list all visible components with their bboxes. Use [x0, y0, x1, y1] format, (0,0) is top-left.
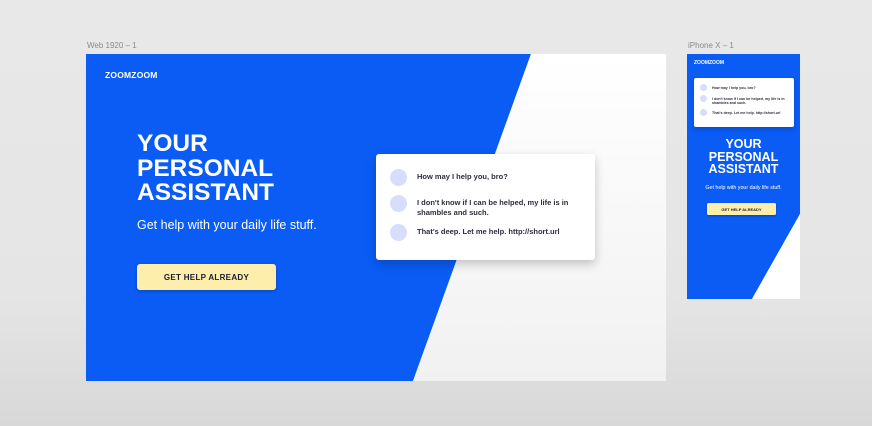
hero-title-line: YOUR — [137, 130, 208, 157]
avatar — [390, 169, 407, 186]
chat-message: I don't know if I can be helped, my life… — [700, 95, 794, 105]
web-artboard[interactable]: ZOOMZOOM YOUR PERSONAL ASSISTANT Get hel… — [86, 54, 666, 381]
get-help-button[interactable]: GET HELP ALREADY — [137, 264, 276, 290]
chat-card: How may I help you, bro? I don't know if… — [376, 154, 595, 260]
hero-title-line: ASSISTANT — [708, 162, 779, 176]
chat-message-text: That's deep. Let me help. http://short.u… — [712, 110, 781, 115]
chat-message: That's deep. Let me help. http://short.u… — [390, 224, 595, 241]
web-artboard-label[interactable]: Web 1920 – 1 — [87, 41, 137, 50]
hero-title-line: YOUR — [725, 137, 762, 151]
phone-chat-card: How may I help you, bro? I don't know if… — [694, 78, 794, 127]
chat-message: How may I help you, bro? — [390, 169, 595, 186]
avatar — [390, 224, 407, 241]
chat-message-text: I don't know if I can be helped, my life… — [712, 96, 785, 105]
chat-message-text: How may I help you, bro? — [417, 172, 508, 181]
phone-artboard[interactable]: ZOOMZOOM How may I help you, bro? I don'… — [687, 54, 800, 299]
avatar — [700, 84, 707, 91]
chat-message-text: That's deep. Let me help. http://short.u… — [417, 227, 560, 236]
phone-logo[interactable]: ZOOMZOOM — [694, 60, 724, 66]
avatar — [700, 109, 707, 117]
chat-message-text: I don't know if I can be helped, my life… — [417, 198, 569, 217]
phone-hero-subtitle: Get help with your daily life stuff. — [705, 185, 782, 191]
phone-get-help-button[interactable]: GET HELP ALREADY — [707, 203, 776, 215]
chat-message: I don't know if I can be helped, my life… — [390, 195, 595, 217]
phone-artboard-label[interactable]: iPhone X – 1 — [688, 41, 734, 50]
logo[interactable]: ZOOMZOOM — [105, 70, 158, 80]
chat-message: How may I help you, bro? — [700, 84, 794, 91]
chat-message: That's deep. Let me help. http://short.u… — [700, 109, 794, 117]
hero-title-line: PERSONAL — [137, 154, 274, 182]
avatar — [390, 195, 407, 212]
hero-subtitle: Get help with your daily life stuff. — [137, 218, 317, 232]
hero-title: YOUR PERSONAL ASSISTANT — [137, 130, 357, 206]
avatar — [700, 95, 707, 102]
chat-message-text: How may I help you, bro? — [712, 85, 756, 90]
phone-hero-title: YOUR PERSONAL ASSISTANT — [687, 138, 800, 176]
hero-title-line: ASSISTANT — [137, 179, 275, 206]
